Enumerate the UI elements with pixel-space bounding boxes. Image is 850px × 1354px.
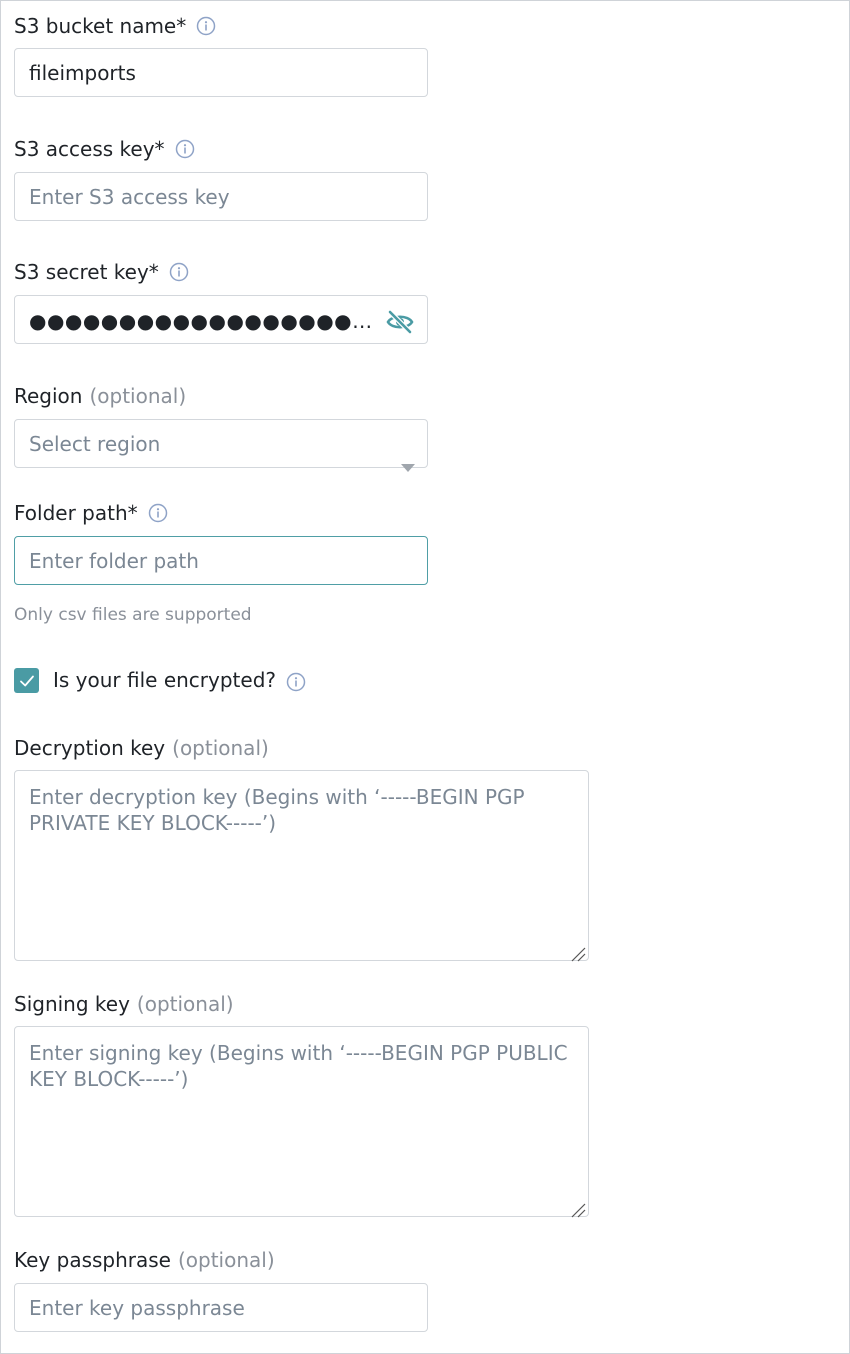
access-key-label-text: S3 access key* xyxy=(14,137,165,161)
signing-key-placeholder: Enter signing key (Begins with ‘-----BEG… xyxy=(29,1041,568,1091)
caret-down-icon xyxy=(401,441,415,472)
signing-key-label-text: Signing key xyxy=(14,992,130,1016)
passphrase-label: Key passphrase (optional) xyxy=(14,1247,275,1273)
encrypted-label: Is your file encrypted? xyxy=(53,667,306,693)
encrypted-label-text: Is your file encrypted? xyxy=(53,668,277,692)
region-label: Region (optional) xyxy=(14,383,186,409)
optional-tag: (optional) xyxy=(89,384,187,408)
eye-slash-icon[interactable] xyxy=(385,306,415,336)
access-key-label: S3 access key* xyxy=(14,136,195,162)
region-label-text: Region xyxy=(14,384,83,408)
optional-tag: (optional) xyxy=(172,736,269,760)
folder-path-label: Folder path* xyxy=(14,500,168,526)
folder-path-label-text: Folder path* xyxy=(14,501,138,525)
decryption-key-label-text: Decryption key xyxy=(14,736,166,760)
access-key-input[interactable]: Enter S3 access key xyxy=(14,172,428,221)
passphrase-label-text: Key passphrase xyxy=(14,1248,171,1272)
secret-key-label: S3 secret key* xyxy=(14,259,189,285)
passphrase-input[interactable]: Enter key passphrase xyxy=(14,1283,428,1332)
resize-handle-icon[interactable] xyxy=(570,942,586,962)
decryption-key-placeholder: Enter decryption key (Begins with ‘-----… xyxy=(29,785,525,835)
secret-key-masked-value: ●●●●●●●●●●●●●●●●●●●●●●●●●●●●●●●●●● xyxy=(29,309,385,333)
encrypted-checkbox[interactable] xyxy=(14,668,39,693)
region-select-value: Select region xyxy=(29,432,161,456)
s3-import-form: S3 bucket name* fileimports S3 access ke… xyxy=(0,0,850,1354)
info-icon[interactable] xyxy=(175,139,195,159)
decryption-key-textarea[interactable]: Enter decryption key (Begins with ‘-----… xyxy=(14,770,589,962)
folder-path-input[interactable]: Enter folder path xyxy=(14,536,428,585)
bucket-name-label-text: S3 bucket name* xyxy=(14,14,187,38)
info-icon[interactable] xyxy=(196,16,216,36)
info-icon[interactable] xyxy=(148,503,168,523)
signing-key-label: Signing key (optional) xyxy=(14,991,234,1017)
resize-handle-icon[interactable] xyxy=(570,1198,586,1218)
bucket-name-label: S3 bucket name* xyxy=(14,13,216,39)
info-icon[interactable] xyxy=(169,262,189,282)
secret-key-label-text: S3 secret key* xyxy=(14,260,159,284)
info-icon[interactable] xyxy=(286,672,306,692)
optional-tag: (optional) xyxy=(136,992,234,1016)
bucket-name-input[interactable]: fileimports xyxy=(14,48,428,97)
region-select[interactable]: Select region xyxy=(14,419,428,472)
secret-key-input[interactable]: ●●●●●●●●●●●●●●●●●●●●●●●●●●●●●●●●●● xyxy=(14,295,428,344)
check-icon xyxy=(19,675,34,686)
signing-key-textarea[interactable]: Enter signing key (Begins with ‘-----BEG… xyxy=(14,1026,589,1218)
folder-path-helper: Only csv files are supported xyxy=(14,605,252,625)
decryption-key-label: Decryption key (optional) xyxy=(14,735,269,761)
optional-tag: (optional) xyxy=(177,1248,275,1272)
